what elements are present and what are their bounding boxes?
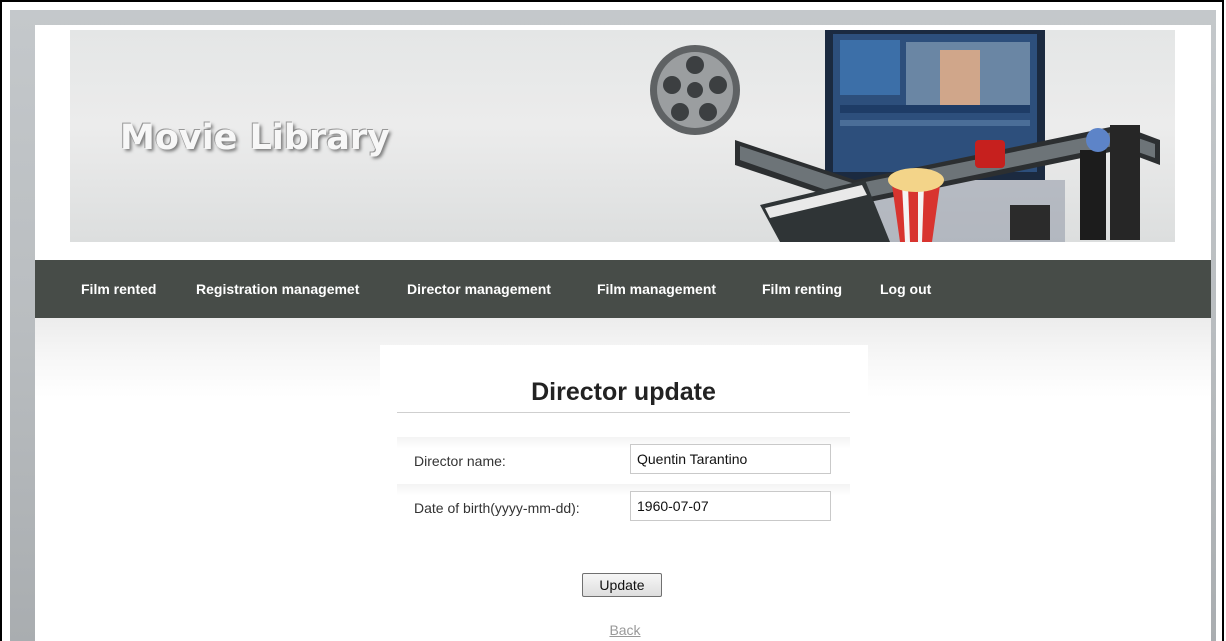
director-name-field[interactable]	[630, 444, 831, 474]
nav-item-film-rented[interactable]: Film rented	[81, 281, 156, 297]
date-of-birth-field[interactable]	[630, 491, 831, 521]
form-row-date-of-birth: Date of birth(yyyy-mm-dd):	[397, 484, 850, 528]
main-nav: Film rented Registration managemet Direc…	[35, 260, 1211, 318]
header-banner: Movie Library	[70, 30, 1175, 242]
nav-item-film-management[interactable]: Film management	[597, 281, 716, 297]
back-link[interactable]: Back	[605, 622, 645, 638]
nav-item-log-out[interactable]: Log out	[880, 281, 931, 297]
nav-item-film-renting[interactable]: Film renting	[762, 281, 842, 297]
page-backdrop: Movie Library Film rented Registration m…	[10, 10, 1216, 641]
form-row-director-name: Director name:	[397, 437, 850, 481]
movie-collage-image	[650, 30, 1160, 242]
page-container: Movie Library Film rented Registration m…	[35, 25, 1211, 641]
director-update-form: Director update Director name: Date of b…	[380, 345, 868, 641]
director-name-label: Director name:	[414, 453, 506, 469]
title-divider	[397, 412, 850, 413]
page-title: Director update	[531, 378, 716, 406]
site-title: Movie Library	[120, 118, 390, 158]
nav-item-director-management[interactable]: Director management	[407, 281, 551, 297]
update-button[interactable]: Update	[582, 573, 662, 597]
date-of-birth-label: Date of birth(yyyy-mm-dd):	[414, 500, 580, 516]
nav-item-registration-management[interactable]: Registration managemet	[196, 281, 359, 297]
